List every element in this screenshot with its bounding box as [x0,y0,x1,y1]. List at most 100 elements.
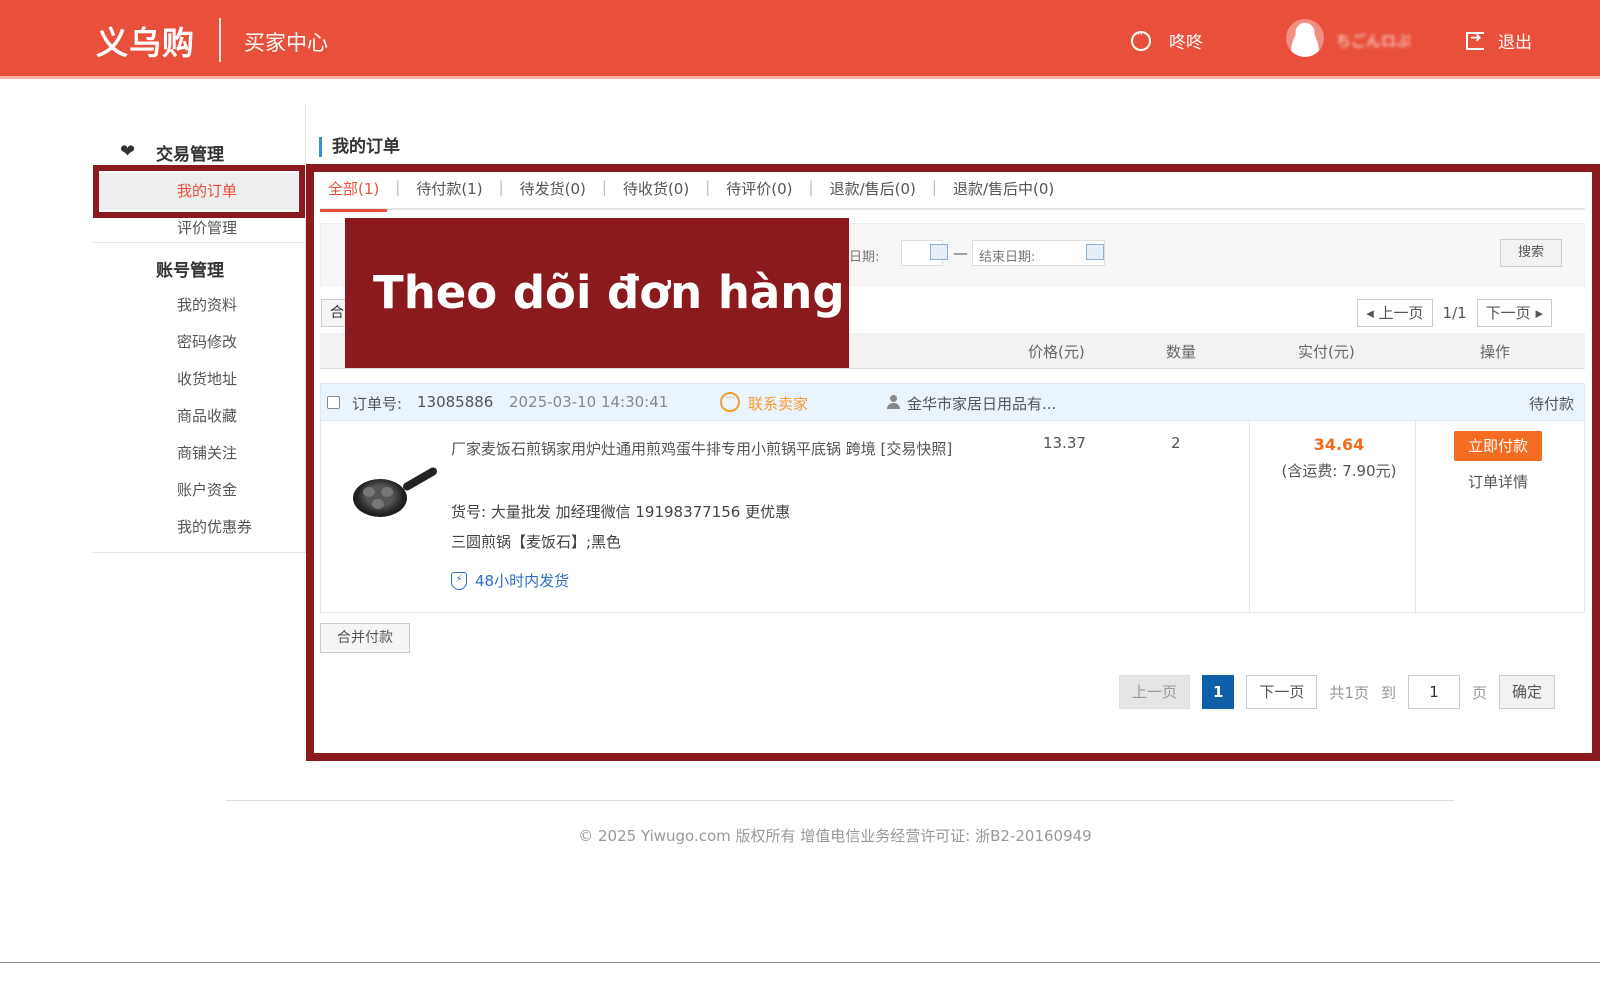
tab-separator: | [808,178,814,196]
page-title: 我的订单 [319,137,400,157]
order-tabs: 全部(1) | 待付款(1) | 待发货(0) | 待收货(0) | 待评价(0… [320,174,1585,212]
date-range-dash: — [953,244,968,262]
highlight-box-sidebar [93,165,305,218]
sidebar-group-account: 账号管理 我的资料 密码修改 收货地址 商品收藏 商铺关注 账户资金 我的优惠券 [93,253,306,546]
bottom-prev-button[interactable]: 上一页 [1118,675,1190,709]
sidebar-item-favorites[interactable]: 商品收藏 [93,398,306,435]
top-next-label: 下一页 [1485,304,1531,322]
header-quantity: 数量 [1166,343,1197,361]
product-sku: 货号: 大量批发 加经理微信 19198377156 更优惠 [451,503,791,521]
tab-refund[interactable]: 退款/售后(0) [822,174,924,210]
sidebar-item-password[interactable]: 密码修改 [93,324,306,361]
tab-separator: | [395,178,401,196]
calendar-icon[interactable] [1086,244,1104,260]
order-number: 13085886 [417,393,494,411]
pay-now-button[interactable]: 立即付款 [1454,431,1542,461]
footer-divider [226,800,1454,801]
item-price: 13.37 [1043,434,1086,452]
sidebar-group-label: 交易管理 [156,144,224,165]
pan-hole [363,487,375,497]
tab-refund-in-progress[interactable]: 退款/售后中(0) [945,174,1062,210]
goto-label: 到 [1380,683,1396,702]
tab-separator: | [705,178,711,196]
buyer-center-title: 买家中心 [244,31,328,55]
top-pager: ◂ 上一页 1/1 下一页 ▸ [1357,299,1552,327]
tab-separator: | [498,178,504,196]
logout-icon [1466,30,1484,50]
order-number-label: 订单号: [352,395,403,413]
order-checkbox[interactable] [327,396,340,409]
tab-pending-shipment[interactable]: 待发货(0) [512,174,594,210]
pan-body [353,479,407,517]
footer-copyright: © 2025 Yiwugo.com 版权所有 增值电信业务经营许可证: 浙B2-… [578,827,1092,845]
user-avatar-icon[interactable] [1286,19,1324,57]
top-prev-button[interactable]: ◂ 上一页 [1357,299,1433,327]
seller-name[interactable]: 金华市家居日用品有... [907,393,1056,414]
shipping-promise-label: 48小时内发货 [475,572,570,590]
product-image[interactable] [345,461,439,525]
order-item-row: 厂家麦饭石煎锅家用炉灶通用煎鸡蛋牛排专用小煎锅平底锅 跨境 [交易快照] 货号:… [320,421,1585,613]
bottom-current-page[interactable]: 1 [1201,675,1235,709]
header-price: 价格(元) [1028,343,1085,361]
page-bottom-line [0,962,1600,963]
page-unit-label: 页 [1471,683,1487,702]
sidebar-item-address[interactable]: 收货地址 [93,361,306,398]
sidebar-group-title: ❤ 交易管理 [93,137,306,167]
contact-seller-icon[interactable]: ··· [720,392,740,412]
sidebar-item-funds[interactable]: 账户资金 [93,472,306,509]
tab-separator: | [601,178,607,196]
paid-amount: 34.64 [1313,435,1365,454]
order-status: 待付款 [1528,395,1574,413]
bottom-next-button[interactable]: 下一页 [1246,675,1318,709]
item-quantity: 2 [1171,434,1181,452]
pan-handle [401,466,439,492]
top-header: 义乌购 买家中心 咚咚 ちごんロぷ 退出 [0,0,1600,79]
sidebar-item-profile[interactable]: 我的资料 [93,287,306,324]
order-time: 2025-03-10 14:30:41 [509,393,669,411]
end-date-label: 结束日期: [979,250,1036,265]
chat-label: 咚咚 [1169,33,1203,53]
total-pages: 共1页 [1329,683,1369,702]
top-next-button[interactable]: 下一页 ▸ [1476,299,1552,327]
calendar-icon[interactable] [930,244,948,260]
sidebar-item-followed-shops[interactable]: 商铺关注 [93,435,306,472]
merge-pay-button[interactable]: 合并付款 [320,623,410,653]
bottom-pager: 上一页 1 下一页 共1页 到 1 页 确定 [1118,675,1555,709]
order-detail-link[interactable]: 订单详情 [1468,471,1528,492]
tab-pending-payment[interactable]: 待付款(1) [408,174,490,210]
username[interactable]: ちごんロぷ [1336,30,1411,51]
sidebar-group-label: 账号管理 [156,260,224,281]
chat-link[interactable]: 咚咚 [1131,27,1203,53]
sidebar-group-title: 账号管理 [93,253,306,283]
product-variant: 三圆煎锅【麦饭石】;黑色 [451,533,622,551]
column-divider [1249,421,1250,612]
tab-pending-review[interactable]: 待评价(0) [718,174,800,210]
goto-confirm-button[interactable]: 确定 [1498,675,1555,709]
top-page-indicator: 1/1 [1442,304,1467,322]
logout-link[interactable]: 退出 [1466,28,1532,53]
paid-amount-cell: 34.64 (含运费: 7.90元) [1259,435,1419,481]
product-title[interactable]: 厂家麦饭石煎锅家用炉灶通用煎鸡蛋牛排专用小煎锅平底锅 跨境 [交易快照] [451,437,981,461]
sidebar-divider [93,552,306,553]
column-divider [1415,421,1416,612]
top-prev-label: 上一页 [1378,304,1424,322]
page-number-input[interactable]: 1 [1407,675,1460,709]
header-action: 操作 [1480,343,1511,361]
contact-seller-link[interactable]: 联系卖家 [748,393,808,414]
chat-bubble-icon [1131,27,1151,51]
site-logo[interactable]: 义乌购 [96,18,195,64]
tab-all[interactable]: 全部(1) [320,174,388,212]
search-button[interactable]: 搜索 [1500,239,1562,267]
logo-divider [219,18,221,62]
logout-label: 退出 [1498,33,1532,53]
heart-icon: ❤ [120,141,136,162]
seller-icon [887,395,900,409]
sidebar-item-coupons[interactable]: 我的优惠券 [93,509,306,546]
tab-separator: | [931,178,937,196]
pan-hole [372,499,384,509]
tab-pending-receipt[interactable]: 待收货(0) [615,174,697,210]
overlay-banner: Theo dõi đơn hàng [345,218,849,368]
sidebar-divider [93,242,306,243]
start-date-label: 日期: [849,250,880,265]
shipping-promise: ⚡ 48小时内发货 [451,570,569,591]
